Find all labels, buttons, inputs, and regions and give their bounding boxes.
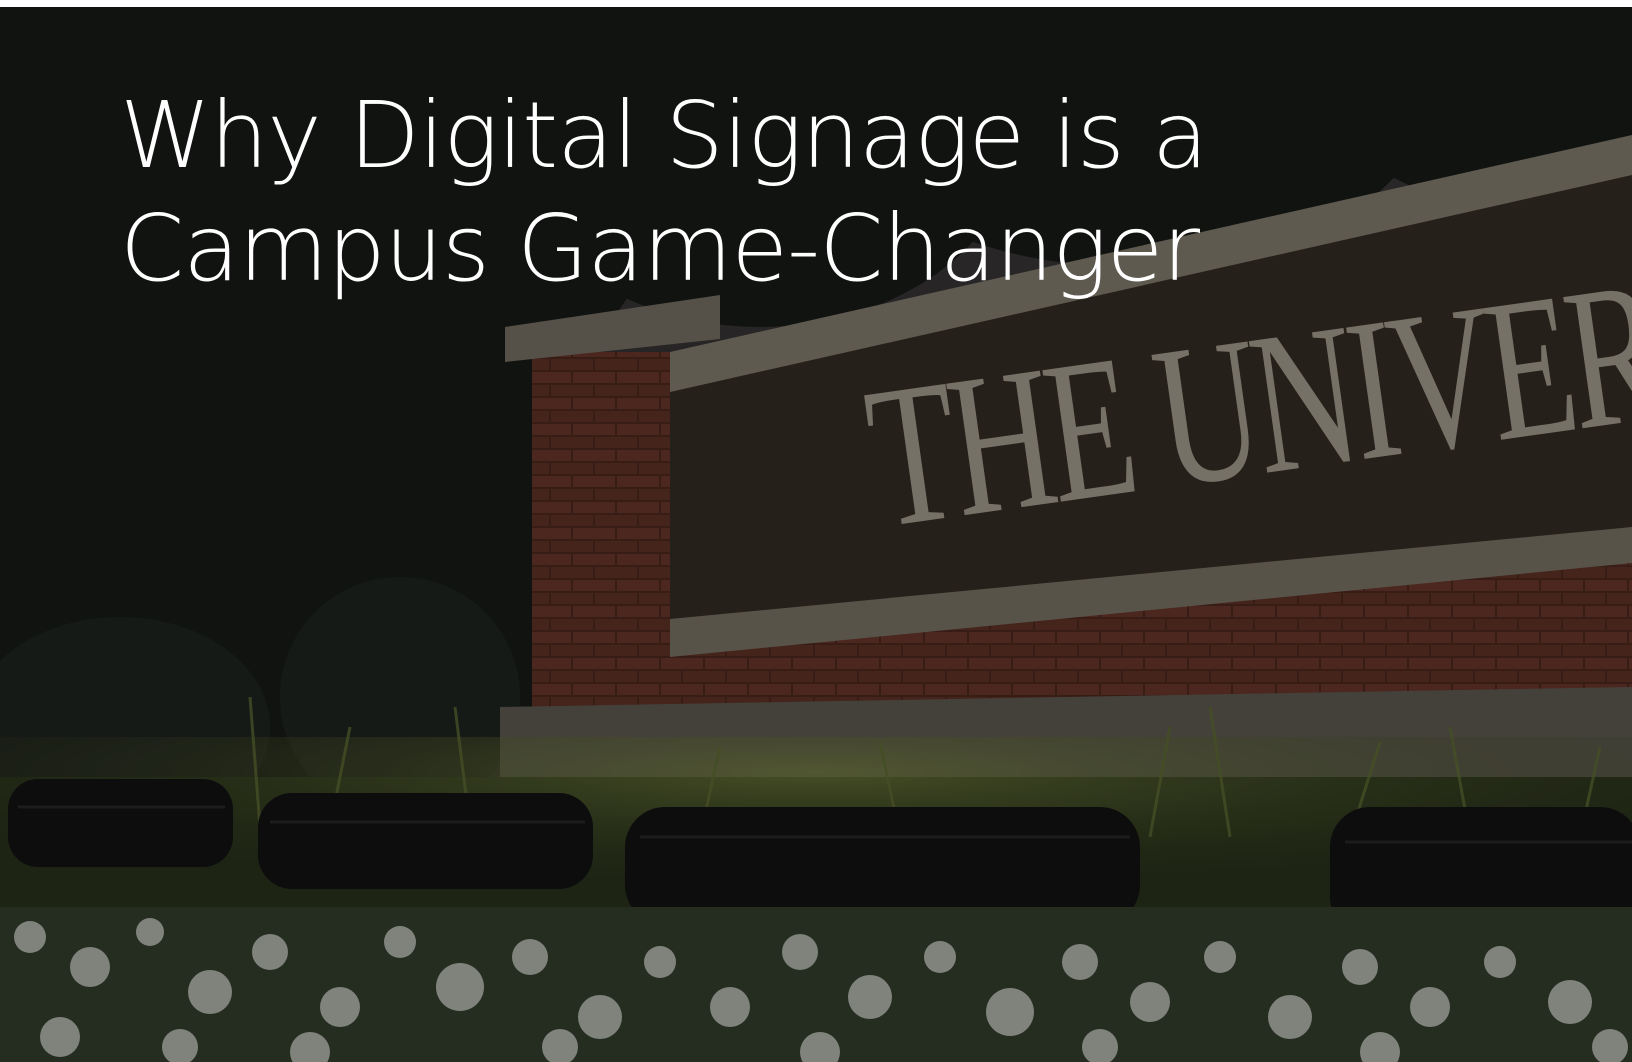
hero-title-line-2: Campus Game-Changer — [120, 195, 1200, 302]
hero-banner: THE UNIVERSITY Why Digital Signage is a … — [0, 7, 1632, 1062]
hero-title: Why Digital Signage is a Campus Game-Cha… — [120, 79, 1220, 305]
hero-title-line-1: Why Digital Signage is a — [120, 82, 1208, 189]
